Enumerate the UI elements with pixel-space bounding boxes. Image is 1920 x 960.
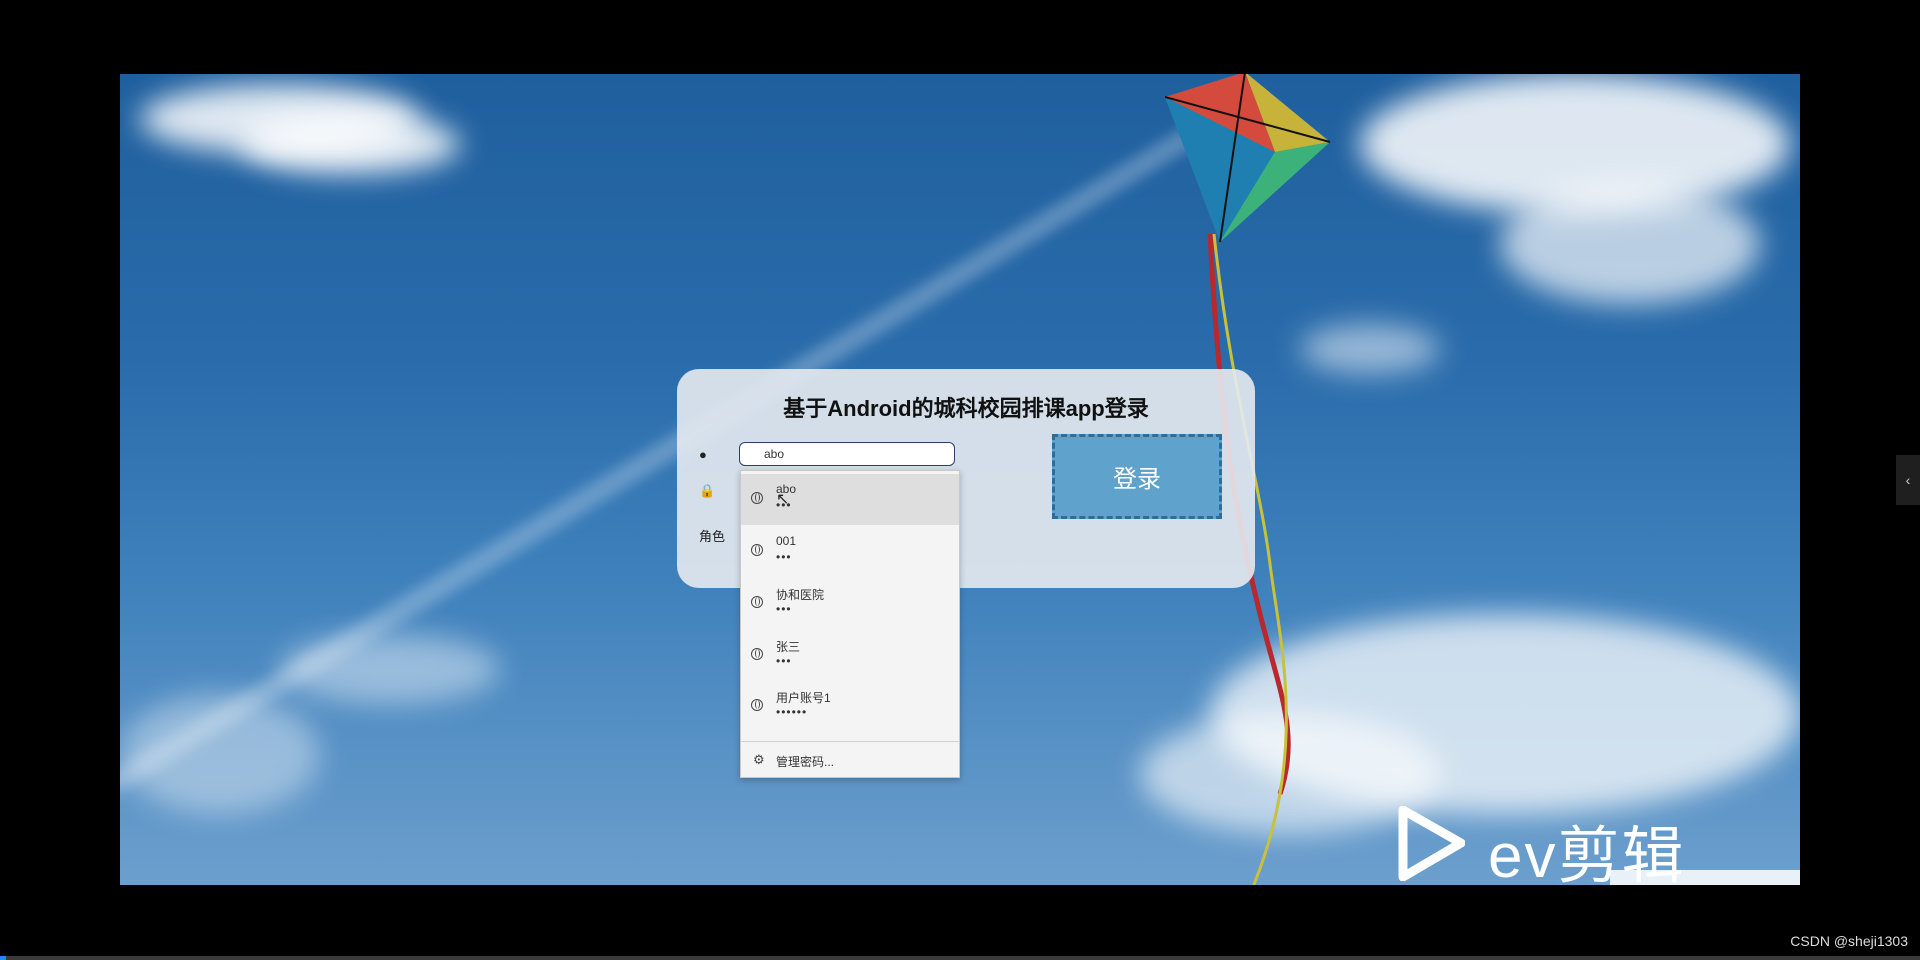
autofill-username: 张三 <box>776 640 801 654</box>
autofill-dropdown: abo ••• 001 ••• 协和医院 ••• 张三 ••• 用户账号1 ••… <box>740 470 960 778</box>
page-title: 基于Android的城科校园排课app登录 <box>783 396 1149 421</box>
autofill-entry[interactable]: 用户账号1 •••••• <box>741 681 959 732</box>
globe-icon <box>751 648 763 660</box>
autofill-password: ••• <box>776 550 792 564</box>
divider <box>741 741 959 742</box>
credit-text: CSDN @sheji1303 <box>1790 933 1908 949</box>
autofill-entry[interactable]: 协和医院 ••• <box>741 578 959 629</box>
lock-icon: 🔒 <box>699 483 716 498</box>
autofill-password: ••• <box>776 602 792 616</box>
autofill-username: 001 <box>776 534 797 548</box>
play-logo-icon <box>1398 806 1465 881</box>
cloud <box>1500 184 1760 304</box>
kite-image <box>1165 74 1331 242</box>
gear-icon: ⚙ <box>753 752 765 767</box>
autofill-entry[interactable]: 001 ••• <box>741 526 959 577</box>
cloud <box>240 114 460 174</box>
autofill-entry[interactable]: 张三 ••• <box>741 630 959 681</box>
manage-passwords-label: 管理密码... <box>776 755 835 769</box>
chevron-left-icon[interactable]: ‹ <box>1896 455 1920 505</box>
role-label: 角色 <box>699 529 726 544</box>
globe-icon <box>751 596 763 608</box>
autofill-password: ••• <box>776 654 792 668</box>
autofill-username: 协和医院 <box>776 588 825 602</box>
manage-passwords-item[interactable]: ⚙ 管理密码... <box>741 745 959 775</box>
person-icon: ● <box>699 447 707 462</box>
autofill-username: 用户账号1 <box>776 691 831 705</box>
video-progress-bar[interactable] <box>0 956 1920 960</box>
video-progress-fill <box>0 956 6 960</box>
globe-icon <box>751 699 763 711</box>
cloud <box>1300 324 1440 374</box>
username-input[interactable]: abo <box>739 442 955 466</box>
globe-icon <box>751 544 763 556</box>
mouse-cursor-icon: ↖ <box>776 491 790 508</box>
autofill-password: •••••• <box>776 705 808 719</box>
globe-icon <box>751 492 763 504</box>
login-button[interactable]: 登录 <box>1052 434 1222 519</box>
autofill-entry[interactable]: abo ••• <box>741 474 959 525</box>
ime-toolbar <box>1610 870 1800 885</box>
